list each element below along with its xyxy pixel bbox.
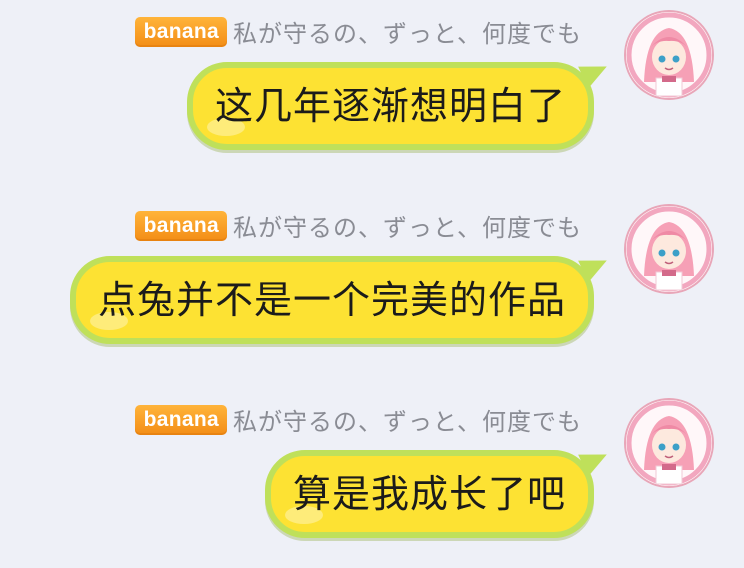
bubble-tail [578,443,612,477]
avatar[interactable] [626,206,712,292]
chat-message: banana 私が守るの、ずっと、何度でも 点兔并不是一个完美的作品 [0,194,744,374]
sender-row: banana 私が守るの、ずっと、何度でも [134,14,582,49]
avatar-image [626,400,712,486]
message-bubble[interactable]: 这几年逐渐想明白了 [186,55,612,150]
message-text: 算是我成长了吧 [292,472,566,516]
message-bubble[interactable]: 算是我成长了吧 [264,443,612,538]
bubble-tail [578,55,612,89]
avatar-image [626,206,712,292]
sender-row: banana 私が守るの、ずっと、何度でも [134,402,582,437]
sender-name[interactable]: 私が守るの、ずっと、何度でも [233,208,582,243]
bubble-tail [578,249,612,283]
sender-badge[interactable]: banana [134,210,227,241]
message-text: 点兔并不是一个完美的作品 [97,278,566,322]
sender-badge[interactable]: banana [134,404,227,435]
sender-name[interactable]: 私が守るの、ずっと、何度でも [233,14,582,49]
sender-badge[interactable]: banana [134,16,227,47]
sender-row: banana 私が守るの、ずっと、何度でも [134,208,582,243]
message-text: 这几年逐渐想明白了 [214,84,566,128]
sender-name[interactable]: 私が守るの、ずっと、何度でも [233,402,582,437]
message-bubble[interactable]: 点兔并不是一个完美的作品 [69,249,612,344]
avatar[interactable] [626,12,712,98]
avatar-image [626,12,712,98]
avatar[interactable] [626,400,712,486]
chat-message: banana 私が守るの、ずっと、何度でも 这几年逐渐想明白了 [0,0,744,180]
chat-message: banana 私が守るの、ずっと、何度でも 算是我成长了吧 [0,388,744,568]
